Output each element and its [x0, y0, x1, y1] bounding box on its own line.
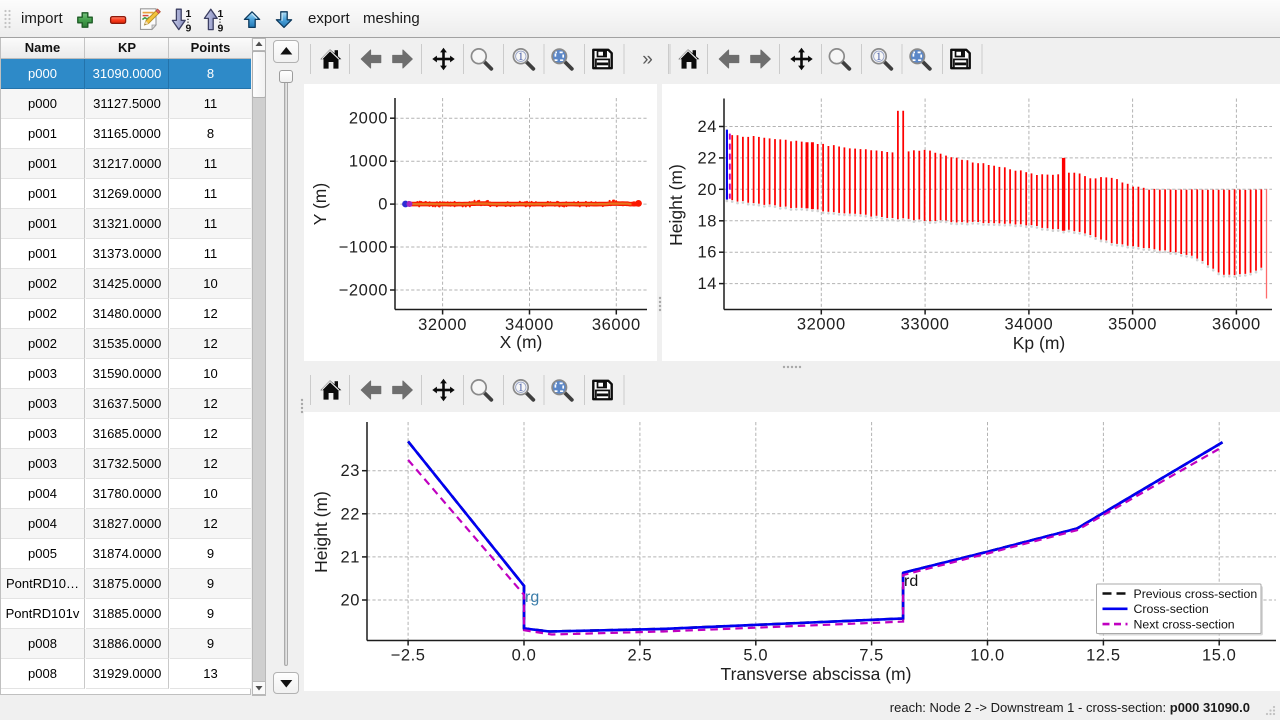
svg-text:36000: 36000 [592, 316, 641, 334]
svg-text:Transverse abscissa (m): Transverse abscissa (m) [721, 664, 912, 684]
svg-text:36000: 36000 [1212, 316, 1261, 334]
svg-text:1: 1 [518, 51, 524, 63]
svg-text:Y (m): Y (m) [310, 183, 330, 225]
svg-text:1000: 1000 [349, 153, 388, 171]
svg-text:1: 1 [186, 8, 192, 20]
svg-text:22: 22 [340, 505, 360, 523]
svg-text:7.5: 7.5 [859, 647, 884, 665]
svg-text:23: 23 [340, 462, 360, 480]
svg-text:1: 1 [218, 8, 224, 20]
svg-text:5.0: 5.0 [743, 647, 768, 665]
svg-text:12.5: 12.5 [1086, 647, 1121, 665]
svg-text:1: 1 [518, 382, 524, 394]
svg-text:9: 9 [218, 23, 224, 35]
svg-text:2000: 2000 [349, 110, 388, 128]
svg-text:32000: 32000 [418, 316, 467, 334]
svg-text:Height (m): Height (m) [666, 164, 686, 246]
svg-text:2.5: 2.5 [628, 647, 653, 665]
svg-text:35000: 35000 [1108, 316, 1157, 334]
svg-text:20: 20 [340, 592, 360, 610]
svg-text:24: 24 [697, 118, 717, 136]
svg-text:0.0: 0.0 [512, 647, 537, 665]
svg-text:Cross-section: Cross-section [1134, 602, 1209, 616]
svg-text:rg: rg [525, 589, 539, 606]
svg-text:1: 1 [876, 51, 882, 63]
svg-text:10.0: 10.0 [970, 647, 1005, 665]
svg-text:15.0: 15.0 [1202, 647, 1237, 665]
svg-text:»: » [642, 49, 653, 70]
svg-text:33000: 33000 [901, 316, 950, 334]
svg-text:−1000: −1000 [339, 239, 388, 257]
svg-text:Kp (m): Kp (m) [1013, 333, 1066, 353]
svg-text:Next cross-section: Next cross-section [1134, 618, 1235, 632]
svg-text:34000: 34000 [1004, 316, 1053, 334]
svg-text:−2.5: −2.5 [391, 647, 426, 665]
svg-text:32000: 32000 [797, 316, 846, 334]
svg-text:18: 18 [697, 212, 717, 230]
svg-text:22: 22 [697, 149, 717, 167]
svg-text:−2000: −2000 [339, 282, 388, 300]
svg-text:Height (m): Height (m) [311, 491, 331, 573]
svg-text:20: 20 [697, 181, 717, 199]
svg-text:X (m): X (m) [500, 332, 543, 352]
svg-text:9: 9 [186, 23, 192, 35]
svg-text:21: 21 [340, 548, 360, 566]
svg-text:Previous cross-section: Previous cross-section [1134, 587, 1258, 601]
svg-text:rd: rd [904, 573, 918, 590]
svg-text:0: 0 [378, 196, 388, 214]
svg-text:16: 16 [697, 244, 717, 262]
svg-text:14: 14 [697, 275, 717, 293]
